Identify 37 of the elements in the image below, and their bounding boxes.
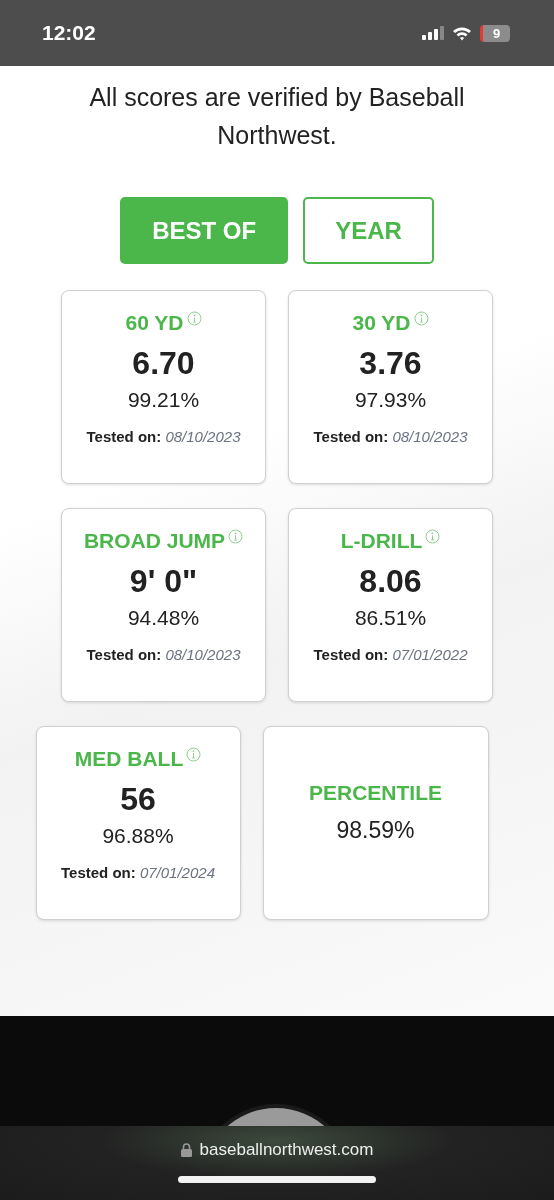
metric-title: 30 YD [352,311,411,335]
score-value: 8.06 [359,563,422,600]
info-icon[interactable] [228,529,244,544]
signal-icon [422,26,444,40]
info-icon[interactable] [186,311,202,326]
info-icon[interactable] [425,529,441,544]
home-indicator[interactable] [178,1176,376,1183]
metric-title: MED BALL [74,747,184,771]
score-value: 3.76 [359,345,422,382]
summary-title: PERCENTILE [309,781,442,805]
metric-title: BROAD JUMP [83,529,226,553]
percent-value: 99.21% [127,388,200,412]
tested-date: Tested on: 08/10/2023 [313,428,468,445]
percent-value: 94.48% [127,606,200,630]
notice-text: All scores are verified by Baseball Northwest. [88,82,466,151]
battery-icon: 9 [480,24,510,42]
info-icon[interactable] [413,311,429,326]
tested-date: Tested on: 07/01/2024 [61,864,215,881]
tested-date: Tested on: 08/10/2023 [86,646,241,663]
tested-date: Tested on: 07/01/2022 [313,646,468,663]
info-icon[interactable] [186,747,202,762]
filter-tab[interactable]: BEST OF [120,197,289,264]
wifi-icon [452,25,472,41]
score-value: 56 [120,781,156,818]
percent-value: 86.51% [354,606,427,630]
percent-value: 96.88% [102,824,174,848]
filter-tab[interactable]: YEAR [303,197,434,264]
score-value: 6.70 [132,345,195,382]
score-value: 9' 0" [129,563,198,600]
percentile-value: 98.59% [336,817,415,844]
lock-icon [180,1143,192,1157]
metric-title: 60 YD [125,311,184,335]
percent-value: 97.93% [354,388,427,412]
metric-title: L-DRILL [340,529,423,553]
tested-date: Tested on: 08/10/2023 [86,428,241,445]
clock: 12:02 [42,21,96,45]
address-url[interactable]: baseballnorthwest.com [199,1140,374,1160]
